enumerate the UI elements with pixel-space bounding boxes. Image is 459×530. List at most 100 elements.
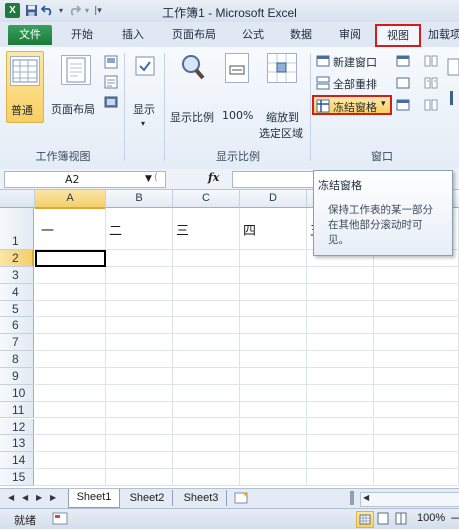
sheet-tab-2[interactable]: Sheet2 — [122, 490, 173, 506]
cell-b8[interactable] — [106, 351, 173, 368]
cell-a6[interactable] — [35, 317, 106, 335]
cell-d8[interactable] — [240, 351, 307, 368]
cell-a5[interactable] — [35, 300, 106, 318]
row-header-9[interactable]: 9 — [0, 367, 34, 385]
cell-c4[interactable] — [173, 283, 240, 301]
tab-add-ins[interactable]: 加载项 — [428, 26, 459, 44]
row-header-1[interactable]: 1 — [0, 208, 34, 250]
page-break-status-icon[interactable] — [393, 511, 409, 526]
cell-b7[interactable] — [106, 334, 173, 352]
cell-f12[interactable] — [374, 418, 459, 436]
row-header-8[interactable]: 8 — [0, 351, 34, 368]
cell-e7[interactable] — [307, 334, 374, 352]
new-window-button[interactable]: 新建窗口 — [316, 53, 396, 71]
cell-a10[interactable] — [35, 384, 106, 402]
cell-d14[interactable] — [240, 452, 307, 470]
cell-a14[interactable] — [35, 452, 106, 470]
cell-e9[interactable] — [307, 367, 374, 385]
cell-f8[interactable] — [374, 351, 459, 368]
active-cell-a2[interactable] — [35, 250, 106, 267]
cell-e13[interactable] — [307, 435, 374, 453]
cell-d9[interactable] — [240, 367, 307, 385]
row-header-4[interactable]: 4 — [0, 283, 34, 301]
cell-f11[interactable] — [374, 401, 459, 419]
row-header-13[interactable]: 13 — [0, 435, 34, 453]
name-box[interactable]: A2 ▼ — [4, 171, 166, 188]
next-sheet-nav-icon[interactable]: ▶ — [36, 493, 42, 502]
cell-f5[interactable] — [374, 300, 459, 318]
cell-a8[interactable] — [35, 351, 106, 368]
cell-b15[interactable] — [106, 469, 173, 486]
cell-e4[interactable] — [307, 283, 374, 301]
cell-f13[interactable] — [374, 435, 459, 453]
first-sheet-nav-icon[interactable]: ◀ — [8, 493, 14, 502]
row-header-5[interactable]: 5 — [0, 300, 34, 318]
split-icon[interactable] — [396, 55, 410, 67]
show-button[interactable]: 显示 ▾ — [128, 51, 162, 135]
freeze-panes-button[interactable]: 冻结窗格 ▾ — [312, 95, 392, 115]
cell-d11[interactable] — [240, 401, 307, 419]
tab-split-handle[interactable] — [350, 491, 354, 505]
cell-c8[interactable] — [173, 351, 240, 368]
cell-c13[interactable] — [173, 435, 240, 453]
cell-b14[interactable] — [106, 452, 173, 470]
cell-c2[interactable] — [173, 250, 240, 267]
arrange-all-button[interactable]: 全部重排 — [316, 75, 396, 93]
cell-d15[interactable] — [240, 469, 307, 486]
cell-f10[interactable] — [374, 384, 459, 402]
cell-d2[interactable] — [240, 250, 307, 267]
cell-e10[interactable] — [307, 384, 374, 402]
row-header-15[interactable]: 15 — [0, 469, 34, 486]
zoom-100-button[interactable]: 100% — [220, 51, 256, 123]
cell-a13[interactable] — [35, 435, 106, 453]
tab-page-layout[interactable]: 页面布局 — [164, 26, 224, 44]
cell-b3[interactable] — [106, 266, 173, 284]
insert-function-icon[interactable]: fx — [208, 171, 219, 184]
row-header-7[interactable]: 7 — [0, 334, 34, 352]
normal-view-status-icon[interactable] — [356, 511, 374, 528]
cell-a11[interactable] — [35, 401, 106, 419]
page-layout-status-icon[interactable] — [375, 511, 391, 526]
cell-d7[interactable] — [240, 334, 307, 352]
cell-c10[interactable] — [173, 384, 240, 402]
row-header-10[interactable]: 10 — [0, 384, 34, 402]
cell-c11[interactable] — [173, 401, 240, 419]
cell-d6[interactable] — [240, 317, 307, 335]
column-header-b[interactable]: B — [106, 190, 173, 208]
cell-a1[interactable]: 一 — [35, 208, 106, 250]
cell-b5[interactable] — [106, 300, 173, 318]
cell-c3[interactable] — [173, 266, 240, 284]
zoom-out-icon[interactable]: − — [450, 511, 459, 525]
cell-b4[interactable] — [106, 283, 173, 301]
macro-record-icon[interactable] — [52, 512, 68, 525]
cell-e15[interactable] — [307, 469, 374, 486]
cell-c7[interactable] — [173, 334, 240, 352]
zoom-level[interactable]: 100% — [417, 512, 445, 524]
formula-input[interactable] — [232, 171, 314, 188]
cell-b11[interactable] — [106, 401, 173, 419]
horizontal-scrollbar[interactable]: ◀ — [360, 492, 459, 507]
cell-d4[interactable] — [240, 283, 307, 301]
cell-f6[interactable] — [374, 317, 459, 335]
hide-icon[interactable] — [396, 77, 410, 89]
cell-c9[interactable] — [173, 367, 240, 385]
scroll-left-icon[interactable]: ◀ — [363, 493, 369, 502]
name-box-dropdown-icon[interactable]: ▼ — [145, 172, 152, 187]
cell-b13[interactable] — [106, 435, 173, 453]
cell-d12[interactable] — [240, 418, 307, 436]
cell-a12[interactable] — [35, 418, 106, 436]
prev-sheet-nav-icon[interactable]: ◀ — [22, 493, 28, 502]
row-header-6[interactable]: 6 — [0, 317, 34, 335]
tab-home[interactable]: 开始 — [62, 26, 102, 44]
select-all-corner[interactable] — [0, 190, 35, 208]
cell-d10[interactable] — [240, 384, 307, 402]
cell-c15[interactable] — [173, 469, 240, 486]
cell-a3[interactable] — [35, 266, 106, 284]
column-header-c[interactable]: C — [173, 190, 240, 208]
custom-views-icon[interactable] — [104, 75, 118, 89]
cell-c5[interactable] — [173, 300, 240, 318]
tab-insert[interactable]: 插入 — [113, 26, 153, 44]
page-break-preview-icon[interactable] — [104, 55, 118, 69]
row-header-2[interactable]: 2 — [0, 250, 34, 267]
cell-b2[interactable] — [106, 250, 173, 267]
